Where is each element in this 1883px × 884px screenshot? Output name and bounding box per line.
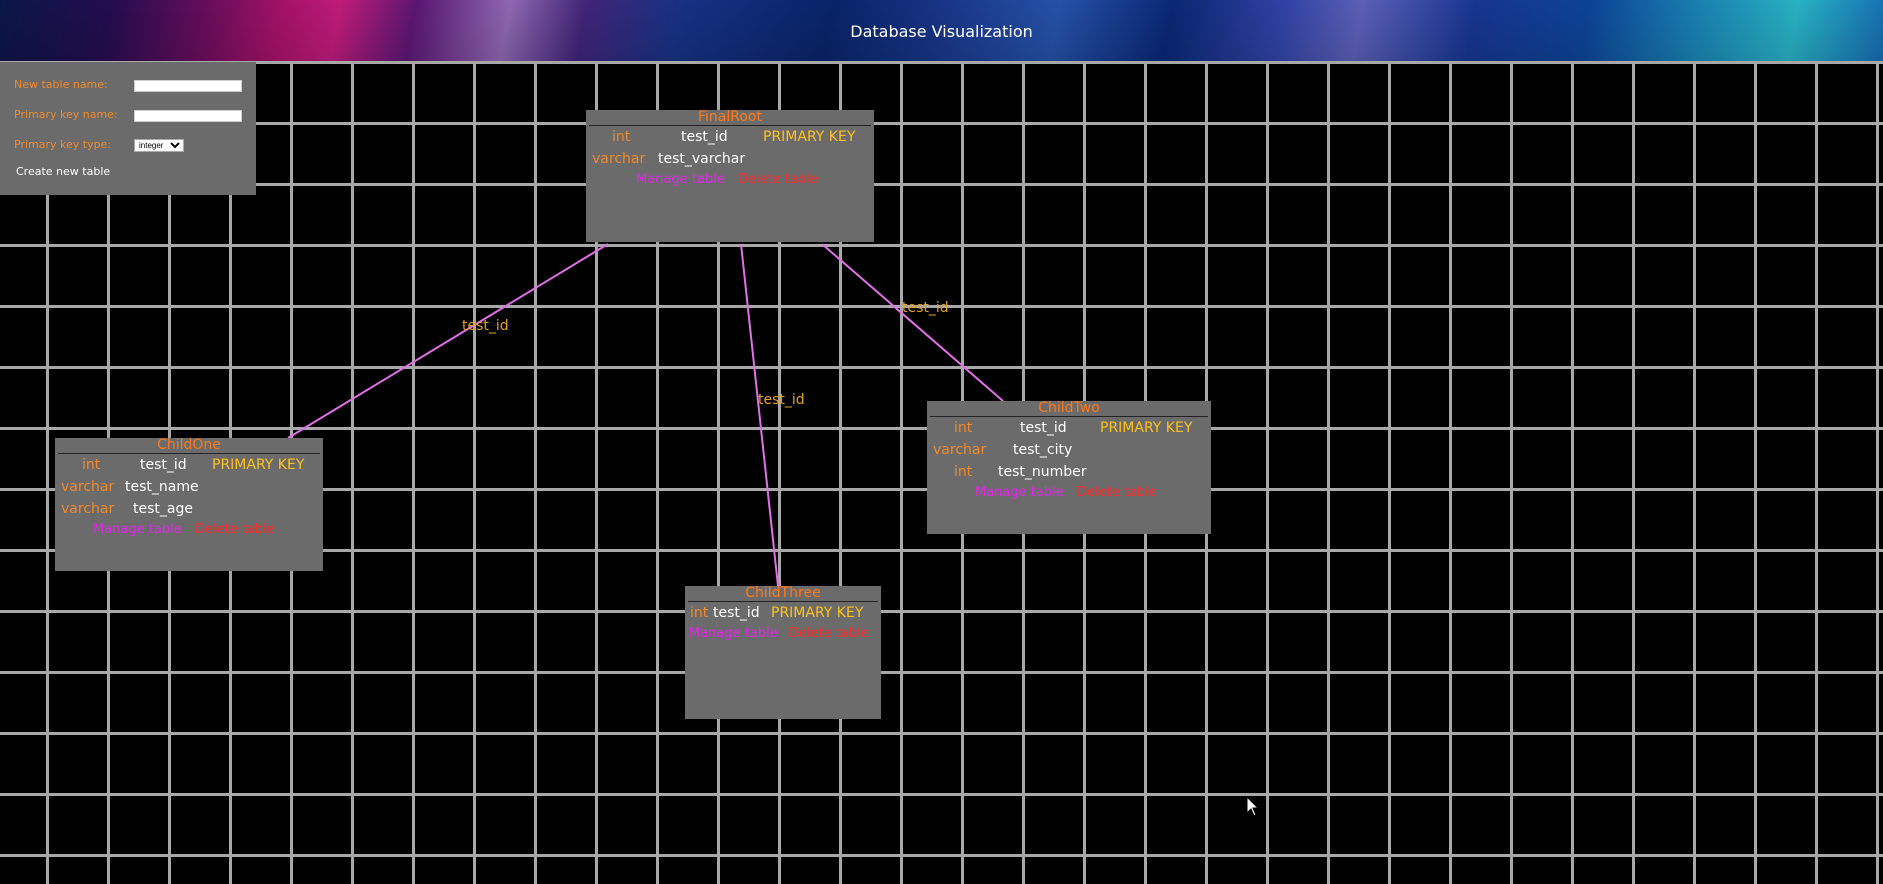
table-card-finalroot[interactable]: FinalRoot int test_id PRIMARY KEY varcha… <box>586 110 874 242</box>
pk-type-row: Primary key type: integer <box>14 138 184 152</box>
column-row: int test_id PRIMARY KEY <box>586 126 874 148</box>
table-card-childone[interactable]: ChildOne int test_id PRIMARY KEY varchar… <box>55 438 323 571</box>
column-constraint: PRIMARY KEY <box>763 129 856 145</box>
column-row: varchar test_varchar <box>586 148 874 170</box>
manage-table-link[interactable]: Manage table <box>975 485 1064 500</box>
column-type: int <box>954 420 973 436</box>
table-title: ChildThree <box>688 586 878 602</box>
delete-table-link[interactable]: Delete table <box>738 172 818 187</box>
column-name: test_age <box>133 501 193 517</box>
column-row: int test_id PRIMARY KEY <box>55 454 323 476</box>
create-table-button[interactable]: Create new table <box>16 165 110 178</box>
table-title: FinalRoot <box>589 110 871 126</box>
column-row: varchar test_city <box>927 439 1211 461</box>
manage-table-link[interactable]: Manage table <box>636 172 725 187</box>
table-card-childtwo[interactable]: ChildTwo int test_id PRIMARY KEY varchar… <box>927 401 1211 534</box>
table-name-row: New table name: <box>14 78 242 92</box>
relation-label-childtwo: test_id <box>902 300 949 316</box>
column-name: test_id <box>681 129 728 145</box>
table-actions: Manage table Delete table <box>55 520 323 540</box>
column-row: varchar test_name <box>55 476 323 498</box>
column-constraint: PRIMARY KEY <box>1100 420 1193 436</box>
table-name-label: New table name: <box>14 78 108 91</box>
column-type: varchar <box>61 501 115 517</box>
pk-name-label: Primary key name: <box>14 108 118 121</box>
column-type: varchar <box>61 479 115 495</box>
column-constraint: PRIMARY KEY <box>771 605 864 621</box>
table-title: ChildTwo <box>930 401 1208 417</box>
column-name: test_city <box>1013 442 1073 458</box>
column-name: test_name <box>125 479 199 495</box>
column-type: int <box>954 464 973 480</box>
table-actions: Manage table Delete table <box>586 170 874 190</box>
column-name: test_number <box>998 464 1087 480</box>
relation-label-childthree: test_id <box>758 392 805 408</box>
column-name: test_id <box>140 457 187 473</box>
column-row: varchar test_age <box>55 498 323 520</box>
column-type: varchar <box>933 442 987 458</box>
column-name: test_varchar <box>658 151 746 167</box>
delete-table-link[interactable]: Delete table <box>1077 485 1157 500</box>
delete-table-link[interactable]: Delete table <box>789 626 869 641</box>
relation-line-childone <box>287 243 609 439</box>
column-constraint: PRIMARY KEY <box>212 457 305 473</box>
column-type: varchar <box>592 151 646 167</box>
column-row: int test_number <box>927 461 1211 483</box>
table-name-input[interactable] <box>134 80 242 92</box>
column-row: int test_id PRIMARY KEY <box>685 602 881 624</box>
column-name: test_id <box>1020 420 1067 436</box>
column-type: int <box>82 457 101 473</box>
pk-type-select[interactable]: integer <box>134 139 184 152</box>
delete-table-link[interactable]: Delete table <box>195 522 275 537</box>
column-name: test_id <box>713 605 760 621</box>
column-type: int <box>690 605 709 621</box>
column-type: int <box>612 129 631 145</box>
relation-line-childthree <box>740 243 779 587</box>
column-row: int test_id PRIMARY KEY <box>927 417 1211 439</box>
manage-table-link[interactable]: Manage table <box>93 522 182 537</box>
pk-name-input[interactable] <box>134 110 242 122</box>
create-table-panel: New table name: Primary key name: Primar… <box>0 62 256 195</box>
table-card-childthree[interactable]: ChildThree int test_id PRIMARY KEY Manag… <box>685 586 881 719</box>
table-actions: Manage table Delete table <box>927 483 1211 503</box>
relation-line-childtwo <box>821 243 1004 402</box>
pk-name-row: Primary key name: <box>14 108 242 122</box>
pk-type-label: Primary key type: <box>14 138 112 151</box>
table-actions: Manage table Delete table <box>685 624 881 644</box>
table-title: ChildOne <box>58 438 320 454</box>
relation-label-childone: test_id <box>462 318 509 334</box>
manage-table-link[interactable]: Manage table <box>689 626 778 641</box>
mouse-cursor-icon <box>1246 796 1260 817</box>
